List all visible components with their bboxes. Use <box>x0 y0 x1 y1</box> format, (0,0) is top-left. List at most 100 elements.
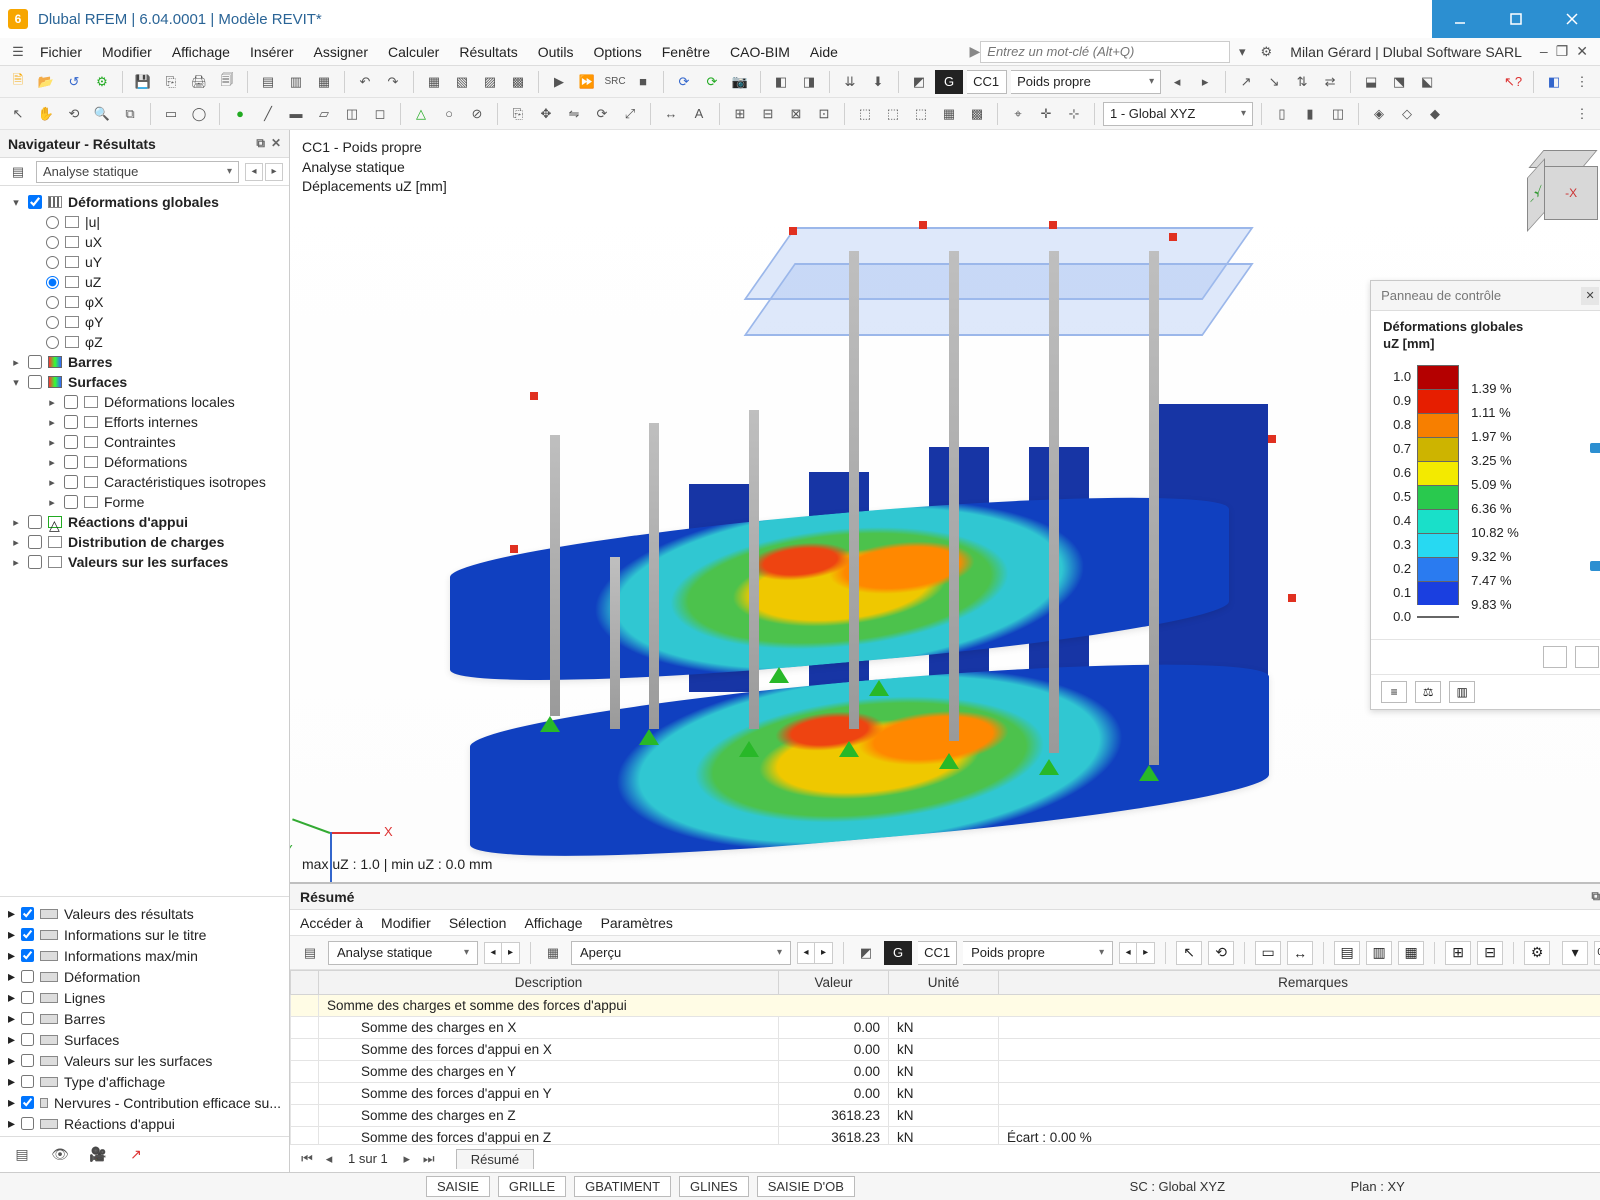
expand-icon[interactable]: ▸ <box>8 1010 15 1027</box>
display-option[interactable]: ▸Déformation <box>4 966 285 987</box>
results-toggle-icon[interactable]: ◩ <box>907 70 931 94</box>
grid2-icon[interactable]: ▧ <box>450 70 474 94</box>
uy-radio[interactable] <box>46 256 59 269</box>
display-option-check[interactable] <box>21 1117 34 1130</box>
menu-help[interactable]: Aide <box>800 41 848 63</box>
toolbar-menu-icon[interactable]: ⋮ <box>1570 70 1594 94</box>
refresh-icon[interactable]: ⟳ <box>672 70 696 94</box>
analysis-type-select[interactable]: Analyse statique <box>36 161 239 183</box>
s4-check[interactable] <box>64 475 78 489</box>
expand-bars-icon[interactable]: ▸ <box>10 356 22 369</box>
open-file-icon[interactable]: 📂 <box>34 70 58 94</box>
ucs1-icon[interactable]: ⌖ <box>1006 102 1030 126</box>
resume-lc-prev-icon[interactable]: ◂ <box>1119 942 1137 964</box>
lasso-icon[interactable]: ◯ <box>187 102 211 126</box>
sec3-icon[interactable]: ⊠ <box>784 102 808 126</box>
doc-minimize-icon[interactable]: – <box>1540 43 1548 60</box>
select-icon[interactable]: ▭ <box>159 102 183 126</box>
expand-icon[interactable]: ▸ <box>8 989 15 1006</box>
display-option-check[interactable] <box>21 1012 34 1025</box>
dim-icon[interactable]: ↔ <box>659 102 683 126</box>
expand-icon[interactable]: ▸ <box>8 1094 15 1111</box>
cp-tab-scale-icon[interactable]: ⚖ <box>1415 681 1441 703</box>
doc-close-icon[interactable]: ✕ <box>1576 43 1588 60</box>
keyword-search-input[interactable] <box>980 41 1230 63</box>
display-option[interactable]: ▸Valeurs sur les surfaces <box>4 1050 285 1071</box>
misc3-icon[interactable]: ⬕ <box>1415 70 1439 94</box>
nav-tab-data-icon[interactable]: ▤ <box>10 1143 34 1167</box>
stop-icon[interactable]: ■ <box>631 70 655 94</box>
filter1-icon[interactable]: ◧ <box>769 70 793 94</box>
resume-float-icon[interactable]: ⧉ <box>1592 889 1600 904</box>
doc2-icon[interactable]: ▥ <box>284 70 308 94</box>
resume-unit-icon[interactable]: 0.00 <box>1594 941 1600 965</box>
hinge-icon[interactable]: ○ <box>437 102 461 126</box>
zoom-icon[interactable]: 🔍 <box>90 102 114 126</box>
move-icon[interactable]: ✥ <box>534 102 558 126</box>
work3-icon[interactable]: ⬚ <box>909 102 933 126</box>
print-preview-icon[interactable]: 🗐 <box>215 70 239 94</box>
window-close-button[interactable] <box>1544 0 1600 38</box>
opening-icon[interactable]: ◻ <box>368 102 392 126</box>
expand-icon[interactable]: ▸ <box>8 947 15 964</box>
display-option[interactable]: ▸Barres <box>4 1008 285 1029</box>
panel-float-icon[interactable]: ⧉ <box>256 136 265 151</box>
work2-icon[interactable]: ⬚ <box>881 102 905 126</box>
resume-btn10-icon[interactable]: ⚙ <box>1524 941 1550 965</box>
doc3-icon[interactable]: ▦ <box>312 70 336 94</box>
cube-front-label[interactable]: -X <box>1544 166 1598 220</box>
exp-s3-icon[interactable]: ▸ <box>46 456 58 469</box>
member-icon[interactable]: ▬ <box>284 102 308 126</box>
snap2-icon[interactable]: ◇ <box>1395 102 1419 126</box>
copy-icon[interactable]: ⎘ <box>506 102 530 126</box>
phix-radio[interactable] <box>46 296 59 309</box>
display-option-check[interactable] <box>21 970 34 983</box>
exp-react-icon[interactable]: ▸ <box>10 516 22 529</box>
results-tree[interactable]: ▾Déformations globales |u| uX uY uZ φX φ… <box>0 186 289 896</box>
save-as-icon[interactable]: ⎘ <box>159 70 183 94</box>
expand-icon[interactable]: ▸ <box>8 968 15 985</box>
snap1-icon[interactable]: ◈ <box>1367 102 1391 126</box>
status-glines[interactable]: GLINES <box>679 1176 749 1197</box>
display-option[interactable]: ▸Informations max/min <box>4 945 285 966</box>
uz-radio[interactable] <box>46 276 59 289</box>
exp-s1-icon[interactable]: ▸ <box>46 416 58 429</box>
resume-lc-select[interactable]: Poids propre <box>963 941 1113 965</box>
resume-btn5-icon[interactable]: ▤ <box>1334 941 1360 965</box>
loadcase-next-icon[interactable]: ▸ <box>1193 70 1217 94</box>
window-minimize-button[interactable] <box>1432 0 1488 38</box>
v2-icon[interactable]: ▮ <box>1298 102 1322 126</box>
expand-icon[interactable]: ▸ <box>8 1073 15 1090</box>
resume-anal-prev-icon[interactable]: ◂ <box>484 942 502 964</box>
resume-btn9-icon[interactable]: ⊟ <box>1477 941 1503 965</box>
expand-icon[interactable]: ▸ <box>8 1031 15 1048</box>
display-option-check[interactable] <box>21 949 34 962</box>
exp-s0-icon[interactable]: ▸ <box>46 396 58 409</box>
table-row[interactable]: Somme des charges en Y0.00kN <box>291 1061 1600 1083</box>
user-settings-icon[interactable]: ⚙ <box>1254 40 1278 64</box>
resume-tab[interactable]: Résumé <box>456 1149 534 1169</box>
nav-next-icon[interactable]: ▸ <box>265 163 283 181</box>
sec4-icon[interactable]: ⊡ <box>812 102 836 126</box>
window-maximize-button[interactable] <box>1488 0 1544 38</box>
expand-icon[interactable]: ▸ <box>8 905 15 922</box>
sec2-icon[interactable]: ⊟ <box>756 102 780 126</box>
display-option-check[interactable] <box>21 1033 34 1046</box>
pager-prev-icon[interactable]: ◂ <box>320 1150 338 1168</box>
resume-lc-next-icon[interactable]: ▸ <box>1137 942 1155 964</box>
resume-anal-next-icon[interactable]: ▸ <box>502 942 520 964</box>
workplane-select[interactable]: 1 - Global XYZ <box>1103 102 1253 126</box>
table-row[interactable]: Somme des forces d'appui en X0.00kN <box>291 1039 1600 1061</box>
phiy-radio[interactable] <box>46 316 59 329</box>
surfvals-check[interactable] <box>28 555 42 569</box>
nav-tab-video-icon[interactable]: 🎥 <box>86 1143 110 1167</box>
zoom-window-icon[interactable]: ⧉ <box>118 102 142 126</box>
panel-close-icon[interactable]: ✕ <box>271 136 281 151</box>
misc1-icon[interactable]: ⬓ <box>1359 70 1383 94</box>
doc-restore-icon[interactable]: ❐ <box>1556 43 1569 60</box>
resume-lc-toggle-icon[interactable]: ◩ <box>854 941 878 965</box>
display-option[interactable]: ▸Réactions d'appui <box>4 1113 285 1134</box>
display-option-check[interactable] <box>21 928 34 941</box>
resume-table[interactable]: Description Valeur Unité Remarques Somme… <box>290 970 1600 1144</box>
rotate2-icon[interactable]: ⟳ <box>590 102 614 126</box>
